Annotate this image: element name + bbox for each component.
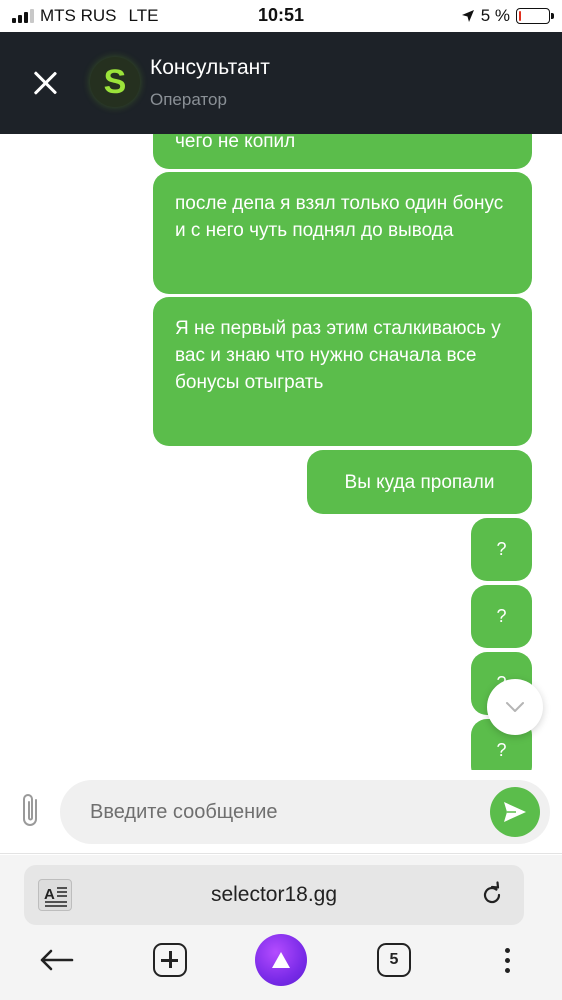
message-bubble: Я не первый раз этим сталкиваюсь у вас и… [153,297,532,446]
battery-percent: 5 % [480,6,510,25]
url-text[interactable]: selector18.gg [24,883,524,907]
message-text: после депа я взял только один бонус и с … [175,193,504,241]
browser-nav: 5 [0,934,562,1000]
message-text: ? [496,539,507,559]
location-arrow-icon [461,10,474,22]
back-arrow-icon[interactable] [36,935,76,985]
message-input[interactable] [90,792,470,832]
message-bubble: ? [471,585,532,648]
chat-subtitle: Оператор [150,90,227,109]
message-bubble: после депа я взял только один бонус и с … [153,172,532,294]
close-icon[interactable] [28,66,62,100]
message-text: чего не копил [175,134,296,152]
tabs-icon[interactable]: 5 [374,935,414,985]
reload-icon[interactable] [478,881,506,909]
message-composer [0,770,562,854]
battery-level [519,11,522,21]
message-text: Вы куда пропали [344,471,495,493]
message-bubble: Вы куда пропали [307,450,532,514]
scroll-to-bottom-button[interactable] [487,679,543,735]
tab-count: 5 [377,943,411,977]
paperclip-icon[interactable] [16,790,46,830]
message-text: ? [496,606,507,626]
message-text: Я не первый раз этим сталкиваюсь у вас и… [175,318,501,393]
message-input-wrapper [60,780,550,844]
more-icon[interactable] [495,935,519,985]
new-tab-icon[interactable] [150,935,190,985]
chat-title: Консультант [150,56,270,79]
status-bar: MTS RUS LTE 10:51 5 % [0,0,562,32]
send-button[interactable] [490,787,540,837]
status-right: 5 % [461,6,554,26]
avatar: S [90,57,140,107]
message-bubble: чего не копил [153,134,532,169]
browser-toolbar: A selector18.gg 5 [0,855,562,1000]
send-icon [504,802,526,822]
message-list[interactable]: чего не копил после депа я взял только о… [0,134,562,770]
chat-header: S Консультант Оператор [0,32,562,134]
message-bubble: ? [471,518,532,581]
address-bar[interactable]: A selector18.gg [24,865,524,925]
battery-icon [516,8,554,24]
message-text: ? [496,740,507,760]
alice-assistant-icon[interactable] [255,934,307,986]
chevron-down-icon [506,702,524,712]
